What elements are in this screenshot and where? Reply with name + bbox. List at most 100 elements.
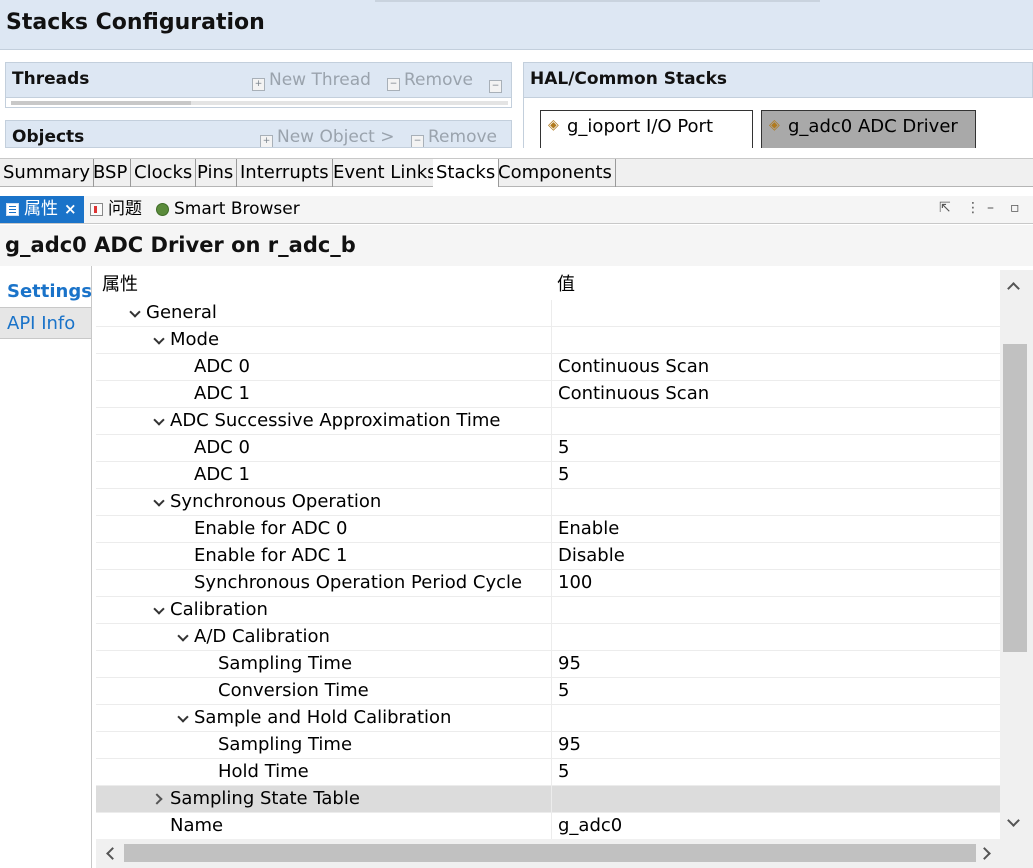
property-value[interactable] (551, 489, 1000, 515)
property-value[interactable]: 5 (551, 435, 1000, 461)
new-thread-button[interactable]: + New Thread (252, 70, 371, 91)
property-value[interactable]: 5 (551, 759, 1000, 785)
property-value[interactable]: g_adc0 (551, 813, 1000, 839)
property-value[interactable] (551, 327, 1000, 353)
scroll-up-icon[interactable] (1007, 280, 1019, 292)
scroll-right-icon[interactable] (980, 847, 992, 859)
tab-bsp[interactable]: BSP (90, 159, 132, 187)
view-menu-icon[interactable]: ⋮ (966, 200, 980, 216)
table-row[interactable]: A/D Calibration (96, 624, 1000, 651)
property-value[interactable]: Disable (551, 543, 1000, 569)
tab-stacks[interactable]: Stacks (433, 159, 500, 187)
column-header-value: 值 (557, 274, 575, 295)
property-name: Synchronous Operation (170, 491, 382, 512)
table-row[interactable]: Calibration (96, 597, 1000, 624)
property-value[interactable] (551, 705, 1000, 731)
close-properties-button[interactable]: × (64, 200, 77, 218)
table-row[interactable]: ADC 0 Continuous Scan (96, 354, 1000, 381)
chevron-down-icon[interactable] (152, 327, 166, 353)
property-name: ADC Successive Approximation Time (170, 410, 501, 431)
property-table: 属性 值 General Mode ADC 0 Continuous Scan ADC … (96, 270, 1000, 839)
chevron-down-icon[interactable] (152, 408, 166, 434)
maximize-icon[interactable]: ▫ (1010, 200, 1020, 216)
chevron-down-icon[interactable] (152, 489, 166, 515)
property-value[interactable]: 95 (551, 651, 1000, 677)
remove-thread-button[interactable]: − Remove (387, 70, 473, 91)
table-row[interactable]: General (96, 300, 1000, 327)
scroll-down-icon[interactable] (1007, 816, 1019, 828)
property-value[interactable] (551, 408, 1000, 434)
property-value[interactable]: Continuous Scan (551, 354, 1000, 380)
property-value[interactable] (551, 624, 1000, 650)
table-row[interactable]: Sampling Time 95 (96, 732, 1000, 759)
table-row[interactable]: Conversion Time 5 (96, 678, 1000, 705)
tab-smart-browser[interactable]: Smart Browser (150, 196, 300, 223)
horizontal-scroll-thumb[interactable] (124, 844, 976, 862)
table-row[interactable]: Synchronous Operation (96, 489, 1000, 516)
tab-components[interactable]: Components (495, 159, 616, 187)
property-value[interactable] (551, 597, 1000, 623)
new-object-button[interactable]: + New Object > (260, 127, 395, 147)
property-name: Conversion Time (218, 680, 369, 701)
table-row[interactable]: Synchronous Operation Period Cycle 100 (96, 570, 1000, 597)
minimize-icon[interactable]: – (987, 200, 994, 216)
table-row[interactable]: Sampling State Table (96, 786, 1000, 813)
property-value[interactable] (551, 300, 1000, 326)
new-thread-icon: + (252, 78, 265, 91)
side-tab-settings[interactable]: Settings (0, 276, 92, 308)
stack-adc0[interactable]: ◈ g_adc0 ADC Driver (761, 110, 976, 148)
threads-panel-header: Threads + New Thread − Remove − (5, 62, 512, 98)
vertical-scroll-thumb[interactable] (1003, 344, 1027, 652)
tab-properties[interactable]: 属性 × (0, 196, 84, 223)
chevron-down-icon[interactable] (176, 705, 190, 731)
open-console-icon[interactable]: ⇱ (939, 200, 951, 216)
property-name: Calibration (170, 599, 268, 620)
table-row[interactable]: Sampling Time 95 (96, 651, 1000, 678)
property-value[interactable]: 100 (551, 570, 1000, 596)
scroll-left-icon[interactable] (104, 847, 116, 859)
table-row[interactable]: ADC 1 5 (96, 462, 1000, 489)
horizontal-scrollbar[interactable] (96, 839, 1000, 868)
property-value[interactable] (551, 786, 1000, 812)
tab-interrupts[interactable]: Interrupts (237, 159, 333, 187)
tab-event-links[interactable]: Event Links (330, 159, 441, 187)
table-row[interactable]: Enable for ADC 1 Disable (96, 543, 1000, 570)
tab-clocks[interactable]: Clocks (131, 159, 197, 187)
threads-scroll-thumb[interactable] (11, 101, 191, 105)
property-value[interactable]: 5 (551, 462, 1000, 488)
side-tab-api-info[interactable]: API Info (0, 307, 91, 339)
remove-object-button[interactable]: − Remove (411, 127, 497, 147)
table-row[interactable]: ADC Successive Approximation Time (96, 408, 1000, 435)
component-heading: g_adc0 ADC Driver on r_adc_b (5, 233, 356, 257)
property-name: ADC 1 (194, 383, 250, 404)
chevron-down-icon[interactable] (128, 300, 142, 326)
table-row[interactable]: Name g_adc0 (96, 813, 1000, 839)
table-row[interactable]: ADC 0 5 (96, 435, 1000, 462)
tab-problems[interactable]: 问题 (84, 196, 142, 223)
table-row[interactable]: ADC 1 Continuous Scan (96, 381, 1000, 408)
hal-stacks-canvas: ◈ g_ioport I/O Port ◈ g_adc0 ADC Driver (523, 98, 1033, 148)
property-value[interactable]: Enable (551, 516, 1000, 542)
tab-pins[interactable]: Pins (194, 159, 238, 187)
table-row[interactable]: Mode (96, 327, 1000, 354)
side-tabs: Settings API Info (0, 266, 92, 868)
vertical-scrollbar[interactable] (1000, 270, 1033, 839)
stack-ioport[interactable]: ◈ g_ioport I/O Port (540, 110, 753, 148)
chevron-down-icon[interactable] (152, 597, 166, 623)
collapse-threads-button[interactable]: − (489, 72, 506, 93)
remove-object-icon: − (411, 135, 424, 147)
chevron-right-icon[interactable] (152, 786, 166, 812)
table-row[interactable]: Sample and Hold Calibration (96, 705, 1000, 732)
property-name: Sampling State Table (170, 788, 360, 809)
tab-summary[interactable]: Summary (0, 159, 94, 187)
threads-scroll-track[interactable] (191, 101, 508, 105)
property-value[interactable]: 5 (551, 678, 1000, 704)
property-name: ADC 1 (194, 464, 250, 485)
property-value[interactable]: 95 (551, 732, 1000, 758)
property-value[interactable]: Continuous Scan (551, 381, 1000, 407)
threads-title: Threads (12, 69, 90, 89)
table-row[interactable]: Enable for ADC 0 Enable (96, 516, 1000, 543)
property-name: Enable for ADC 0 (194, 518, 348, 539)
chevron-down-icon[interactable] (176, 624, 190, 650)
table-row[interactable]: Hold Time 5 (96, 759, 1000, 786)
